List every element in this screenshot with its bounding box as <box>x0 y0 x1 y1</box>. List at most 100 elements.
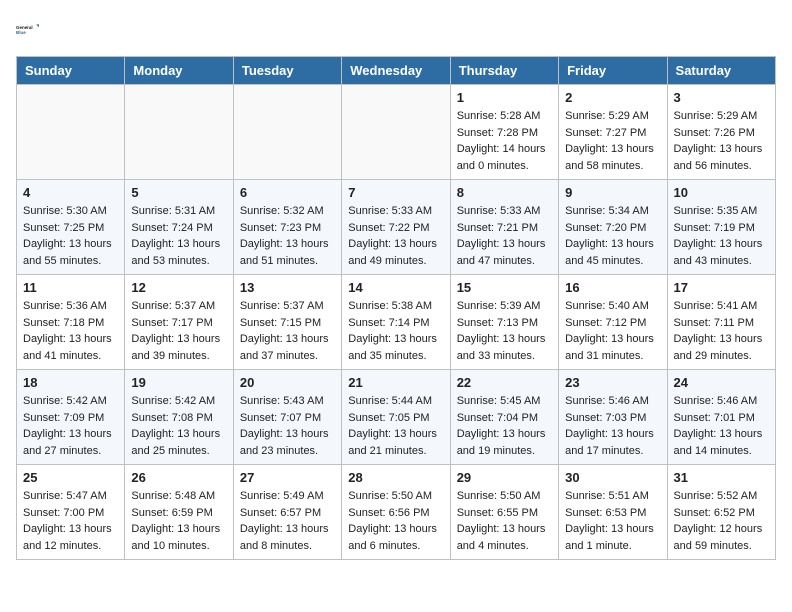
day-cell: 28Sunrise: 5:50 AMSunset: 6:56 PMDayligh… <box>342 465 450 560</box>
day-number: 9 <box>565 185 660 200</box>
daylight: Daylight: 13 hours and 31 minutes. <box>565 331 660 364</box>
sunset: Sunset: 7:07 PM <box>240 410 335 427</box>
day-cell: 22 Sunrise: 5:45 AMSunset: 7:04 PMDayligh… <box>450 370 558 465</box>
day-cell: 23Sunrise: 5:46 AMSunset: 7:03 PMDayligh… <box>559 370 667 465</box>
sunrise: Sunrise: 5:44 AM <box>348 393 443 410</box>
sunset: Sunset: 7:13 PM <box>457 315 552 332</box>
day-number: 17 <box>674 280 769 295</box>
week-row-5: 25Sunrise: 5:47 AMSunset: 7:00 PMDayligh… <box>17 465 776 560</box>
day-cell: 5Sunrise: 5:31 AMSunset: 7:24 PMDaylight… <box>125 180 233 275</box>
day-info: Sunrise: 5:29 AMSunset: 7:26 PMDaylight:… <box>674 108 769 174</box>
day-cell <box>17 85 125 180</box>
day-info: Sunrise: 5:51 AMSunset: 6:53 PMDaylight:… <box>565 488 660 554</box>
sunrise: Sunrise: 5:48 AM <box>131 488 226 505</box>
day-info: Sunrise: 5:49 AMSunset: 6:57 PMDaylight:… <box>240 488 335 554</box>
day-info: Sunrise: 5:46 AMSunset: 7:01 PMDaylight:… <box>674 393 769 459</box>
day-number: 10 <box>674 185 769 200</box>
col-header-sunday: Sunday <box>17 57 125 85</box>
daylight: Daylight: 13 hours and 10 minutes. <box>131 521 226 554</box>
day-info: Sunrise: 5:36 AMSunset: 7:18 PMDaylight:… <box>23 298 118 364</box>
day-info: Sunrise: 5:42 AMSunset: 7:08 PMDaylight:… <box>131 393 226 459</box>
daylight: Daylight: 13 hours and 58 minutes. <box>565 141 660 174</box>
sunrise: Sunrise: 5:47 AM <box>23 488 118 505</box>
sunset: Sunset: 7:20 PM <box>565 220 660 237</box>
day-cell: 29Sunrise: 5:50 AMSunset: 6:55 PMDayligh… <box>450 465 558 560</box>
day-info: Sunrise: 5:41 AMSunset: 7:11 PMDaylight:… <box>674 298 769 364</box>
daylight: Daylight: 13 hours and 35 minutes. <box>348 331 443 364</box>
calendar-table: SundayMondayTuesdayWednesdayThursdayFrid… <box>16 56 776 560</box>
col-header-friday: Friday <box>559 57 667 85</box>
daylight: Daylight: 13 hours and 39 minutes. <box>131 331 226 364</box>
daylight: Daylight: 13 hours and 33 minutes. <box>457 331 552 364</box>
daylight: Daylight: 13 hours and 8 minutes. <box>240 521 335 554</box>
day-cell <box>233 85 341 180</box>
day-info: Sunrise: 5:30 AMSunset: 7:25 PMDaylight:… <box>23 203 118 269</box>
day-number: 4 <box>23 185 118 200</box>
sunrise: Sunrise: 5:46 AM <box>565 393 660 410</box>
day-info: Sunrise: 5:45 AMSunset: 7:04 PMDaylight:… <box>457 393 552 459</box>
day-cell: 19Sunrise: 5:42 AMSunset: 7:08 PMDayligh… <box>125 370 233 465</box>
sunrise: Sunrise: 5:42 AM <box>131 393 226 410</box>
sunset: Sunset: 7:00 PM <box>23 505 118 522</box>
day-cell: 25 Sunrise: 5:47 AMSunset: 7:00 PMDayligh… <box>17 465 125 560</box>
sunset: Sunset: 7:22 PM <box>348 220 443 237</box>
day-number: 18 <box>23 375 118 390</box>
day-cell: 21 Sunrise: 5:44 AMSunset: 7:05 PMDayligh… <box>342 370 450 465</box>
day-cell: 31Sunrise: 5:52 AMSunset: 6:52 PMDayligh… <box>667 465 775 560</box>
day-cell: 10Sunrise: 5:35 AMSunset: 7:19 PMDayligh… <box>667 180 775 275</box>
sunset: Sunset: 7:26 PM <box>674 125 769 142</box>
day-cell <box>342 85 450 180</box>
daylight: Daylight: 13 hours and 47 minutes. <box>457 236 552 269</box>
day-number: 7 <box>348 185 443 200</box>
sunset: Sunset: 6:59 PM <box>131 505 226 522</box>
day-number: 21 <box>348 375 443 390</box>
sunrise: Sunrise: 5:40 AM <box>565 298 660 315</box>
daylight: Daylight: 13 hours and 4 minutes. <box>457 521 552 554</box>
day-number: 11 <box>23 280 118 295</box>
day-number: 3 <box>674 90 769 105</box>
day-cell: 20Sunrise: 5:43 AMSunset: 7:07 PMDayligh… <box>233 370 341 465</box>
sunrise: Sunrise: 5:45 AM <box>457 393 552 410</box>
day-cell: 2Sunrise: 5:29 AMSunset: 7:27 PMDaylight… <box>559 85 667 180</box>
day-number: 22 <box>457 375 552 390</box>
daylight: Daylight: 13 hours and 12 minutes. <box>23 521 118 554</box>
day-info: Sunrise: 5:52 AMSunset: 6:52 PMDaylight:… <box>674 488 769 554</box>
sunrise: Sunrise: 5:42 AM <box>23 393 118 410</box>
daylight: Daylight: 13 hours and 29 minutes. <box>674 331 769 364</box>
sunset: Sunset: 7:14 PM <box>348 315 443 332</box>
day-cell: 30Sunrise: 5:51 AMSunset: 6:53 PMDayligh… <box>559 465 667 560</box>
day-info: Sunrise: 5:28 AMSunset: 7:28 PMDaylight:… <box>457 108 552 174</box>
sunset: Sunset: 7:15 PM <box>240 315 335 332</box>
day-number: 25 <box>23 470 118 485</box>
sunrise: Sunrise: 5:32 AM <box>240 203 335 220</box>
day-number: 5 <box>131 185 226 200</box>
day-info: Sunrise: 5:44 AMSunset: 7:05 PMDaylight:… <box>348 393 443 459</box>
daylight: Daylight: 13 hours and 51 minutes. <box>240 236 335 269</box>
week-row-2: 4 Sunrise: 5:30 AMSunset: 7:25 PMDaylight… <box>17 180 776 275</box>
sunrise: Sunrise: 5:36 AM <box>23 298 118 315</box>
week-row-1: 1Sunrise: 5:28 AMSunset: 7:28 PMDaylight… <box>17 85 776 180</box>
sunset: Sunset: 7:12 PM <box>565 315 660 332</box>
daylight: Daylight: 13 hours and 49 minutes. <box>348 236 443 269</box>
daylight: Daylight: 13 hours and 37 minutes. <box>240 331 335 364</box>
sunrise: Sunrise: 5:37 AM <box>240 298 335 315</box>
day-number: 28 <box>348 470 443 485</box>
day-cell: 14Sunrise: 5:38 AMSunset: 7:14 PMDayligh… <box>342 275 450 370</box>
daylight: Daylight: 13 hours and 27 minutes. <box>23 426 118 459</box>
sunset: Sunset: 7:08 PM <box>131 410 226 427</box>
day-number: 14 <box>348 280 443 295</box>
day-info: Sunrise: 5:29 AMSunset: 7:27 PMDaylight:… <box>565 108 660 174</box>
day-info: Sunrise: 5:40 AMSunset: 7:12 PMDaylight:… <box>565 298 660 364</box>
daylight: Daylight: 13 hours and 56 minutes. <box>674 141 769 174</box>
sunrise: Sunrise: 5:31 AM <box>131 203 226 220</box>
sunrise: Sunrise: 5:41 AM <box>674 298 769 315</box>
day-cell: 3 Sunrise: 5:29 AMSunset: 7:26 PMDaylight… <box>667 85 775 180</box>
day-number: 26 <box>131 470 226 485</box>
sunset: Sunset: 6:55 PM <box>457 505 552 522</box>
sunrise: Sunrise: 5:34 AM <box>565 203 660 220</box>
sunrise: Sunrise: 5:29 AM <box>674 108 769 125</box>
day-cell: 17 Sunrise: 5:41 AMSunset: 7:11 PMDayligh… <box>667 275 775 370</box>
sunrise: Sunrise: 5:28 AM <box>457 108 552 125</box>
sunrise: Sunrise: 5:37 AM <box>131 298 226 315</box>
sunset: Sunset: 7:25 PM <box>23 220 118 237</box>
